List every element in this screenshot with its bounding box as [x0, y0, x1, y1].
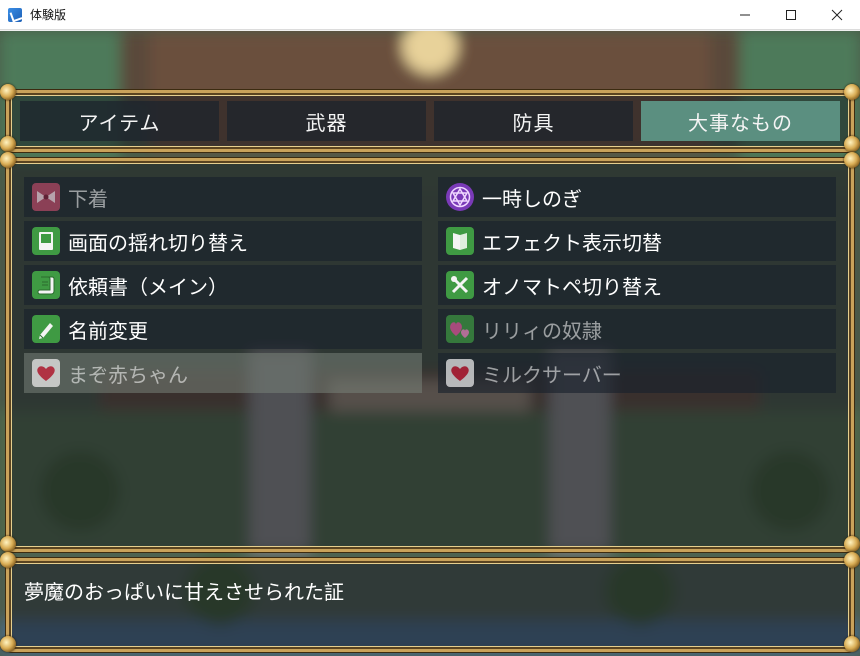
- frame-ornament: [0, 152, 16, 168]
- frame-ornament: [0, 136, 16, 152]
- item-label: 一時しのぎ: [482, 186, 582, 211]
- frame-ornament: [0, 636, 16, 652]
- minimize-button[interactable]: [722, 0, 768, 30]
- window-controls: [722, 0, 860, 30]
- heart-icon: [32, 359, 60, 387]
- item-maso-baby[interactable]: まぞ赤ちゃん: [24, 353, 422, 393]
- item-underwear[interactable]: 下着: [24, 177, 422, 217]
- item-milk-server[interactable]: ミルクサーバー: [438, 353, 836, 393]
- item-list: 下着 一時しのぎ 画面の揺れ切り替え エフェクト表示切替 依頼書（メイン） オノ…: [24, 177, 836, 393]
- item-rename[interactable]: 名前変更: [24, 309, 422, 349]
- tab-items[interactable]: アイテム: [20, 101, 219, 141]
- heart-icon: [446, 359, 474, 387]
- description-window: [6, 558, 854, 652]
- item-screen-shake-toggle[interactable]: 画面の揺れ切り替え: [24, 221, 422, 261]
- frame-ornament: [844, 152, 860, 168]
- book-icon: [32, 227, 60, 255]
- close-icon: [831, 9, 843, 21]
- frame-ornament: [844, 552, 860, 568]
- frame-ornament: [844, 136, 860, 152]
- item-label: 画面の揺れ切り替え: [68, 230, 248, 255]
- frame-ornament: [844, 636, 860, 652]
- item-temporary-fix[interactable]: 一時しのぎ: [438, 177, 836, 217]
- maximize-button[interactable]: [768, 0, 814, 30]
- item-onomatopoeia-toggle[interactable]: オノマトペ切り替え: [438, 265, 836, 305]
- item-request-main[interactable]: 依頼書（メイン）: [24, 265, 422, 305]
- window-title: 体験版: [30, 8, 67, 22]
- frame-ornament: [844, 84, 860, 100]
- hexagram-icon: [446, 183, 474, 211]
- close-button[interactable]: [814, 0, 860, 30]
- game-screen: アイテム 武器 防具 大事なもの 下着 一時しのぎ 画面の揺れ切り替え エフェク…: [0, 31, 860, 656]
- frame-ornament: [844, 536, 860, 552]
- item-label: エフェクト表示切替: [482, 230, 662, 255]
- title-bar: 体験版: [0, 0, 860, 30]
- pen-icon: [32, 315, 60, 343]
- item-description: 夢魔のおっぱいに甘えさせられた証: [24, 580, 344, 604]
- item-lily-slave[interactable]: リリィの奴隷: [438, 309, 836, 349]
- scroll-icon: [32, 271, 60, 299]
- item-label: 下着: [68, 186, 108, 211]
- book-open-icon: [446, 227, 474, 255]
- frame-ornament: [0, 84, 16, 100]
- tab-weapons[interactable]: 武器: [227, 101, 426, 141]
- ribbon-icon: [32, 183, 60, 211]
- frame-ornament: [0, 536, 16, 552]
- item-effect-display-toggle[interactable]: エフェクト表示切替: [438, 221, 836, 261]
- maximize-icon: [786, 10, 796, 20]
- tools-icon: [446, 271, 474, 299]
- tab-armor[interactable]: 防具: [434, 101, 633, 141]
- app-icon: [8, 7, 22, 22]
- item-label: 名前変更: [68, 318, 148, 343]
- item-label: 依頼書（メイン）: [68, 274, 228, 299]
- item-label: ミルクサーバー: [482, 362, 622, 387]
- minimize-icon: [740, 14, 750, 16]
- item-label: リリィの奴隷: [482, 318, 602, 343]
- tab-key-items[interactable]: 大事なもの: [641, 101, 840, 141]
- category-tabs: アイテム 武器 防具 大事なもの: [20, 101, 840, 143]
- item-label: オノマトペ切り替え: [482, 274, 662, 299]
- hearts-icon: [446, 315, 474, 343]
- item-label: まぞ赤ちゃん: [68, 362, 188, 387]
- frame-ornament: [0, 552, 16, 568]
